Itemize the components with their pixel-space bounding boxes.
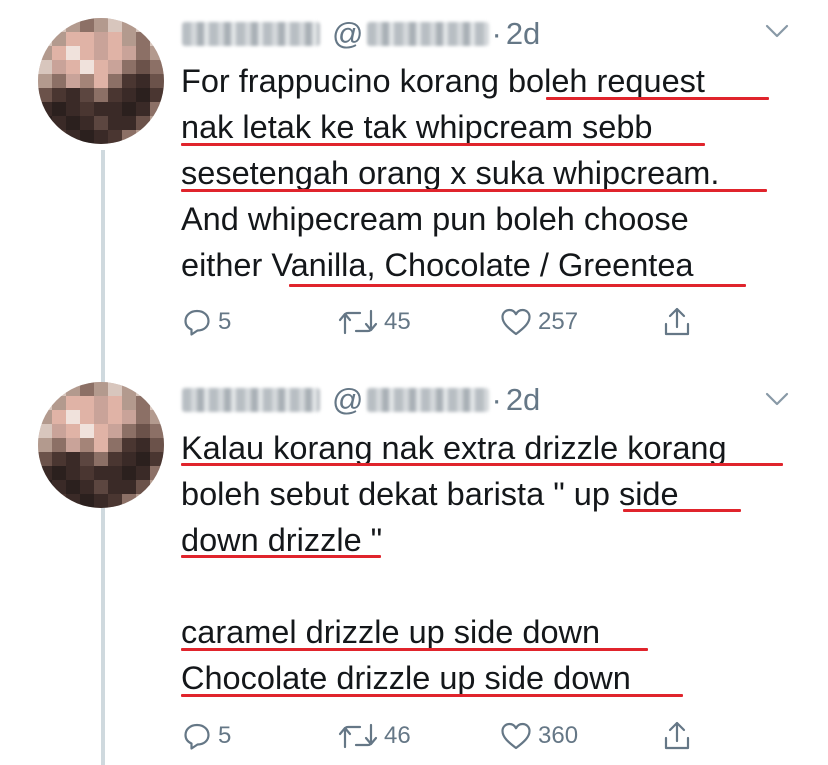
tweet-actions: 5 45 257	[180, 302, 720, 342]
highlight-underline	[181, 189, 767, 192]
share-button[interactable]	[662, 302, 692, 342]
like-button[interactable]: 257	[500, 302, 578, 342]
like-count: 257	[538, 308, 579, 335]
tweet-header: @ · 2d	[182, 14, 540, 54]
share-icon	[664, 721, 690, 750]
reply-count: 5	[218, 308, 232, 335]
heart-icon	[501, 722, 531, 750]
author-handle-blurred[interactable]	[367, 22, 490, 46]
retweet-button[interactable]: 46	[338, 716, 411, 756]
highlight-underline	[181, 694, 683, 697]
tweet-text: Kalau korang nak extra drizzle korang bo…	[181, 430, 727, 696]
reply-count: 5	[218, 722, 232, 749]
retweet-icon	[338, 309, 378, 335]
tweet-header: @ · 2d	[182, 380, 540, 420]
retweet-count: 45	[384, 308, 411, 335]
highlight-underline	[623, 509, 741, 512]
tweet-actions: 5 46 360	[180, 716, 720, 756]
avatar[interactable]	[38, 382, 164, 508]
at-symbol: @	[332, 382, 364, 417]
at-symbol: @	[332, 16, 364, 51]
tweet-time[interactable]: 2d	[506, 382, 540, 418]
separator-dot: ·	[491, 382, 502, 417]
reply-button[interactable]: 5	[182, 716, 231, 756]
retweet-count: 46	[384, 722, 411, 749]
share-button[interactable]	[662, 716, 692, 756]
chevron-down-icon[interactable]	[762, 16, 792, 46]
retweet-icon	[338, 723, 378, 749]
tweet-time[interactable]: 2d	[506, 16, 540, 52]
highlight-underline	[181, 463, 783, 466]
avatar[interactable]	[38, 18, 164, 144]
highlight-underline	[181, 555, 381, 558]
highlight-underline	[546, 97, 769, 100]
reply-icon	[184, 723, 210, 750]
share-icon	[664, 307, 690, 336]
separator-dot: ·	[491, 16, 502, 51]
highlight-underline	[181, 143, 705, 146]
highlight-underline	[181, 648, 648, 651]
author-handle-blurred[interactable]	[367, 388, 490, 412]
author-name-blurred[interactable]	[182, 388, 320, 412]
like-count: 360	[538, 722, 579, 749]
author-name-blurred[interactable]	[182, 22, 320, 46]
retweet-button[interactable]: 45	[338, 302, 411, 342]
reply-button[interactable]: 5	[182, 302, 231, 342]
heart-icon	[501, 308, 531, 336]
like-button[interactable]: 360	[500, 716, 578, 756]
highlight-underline	[289, 284, 746, 287]
reply-icon	[184, 309, 210, 336]
tweet-text: For frappucino korang boleh request nak …	[181, 63, 720, 283]
chevron-down-icon[interactable]	[762, 384, 792, 414]
